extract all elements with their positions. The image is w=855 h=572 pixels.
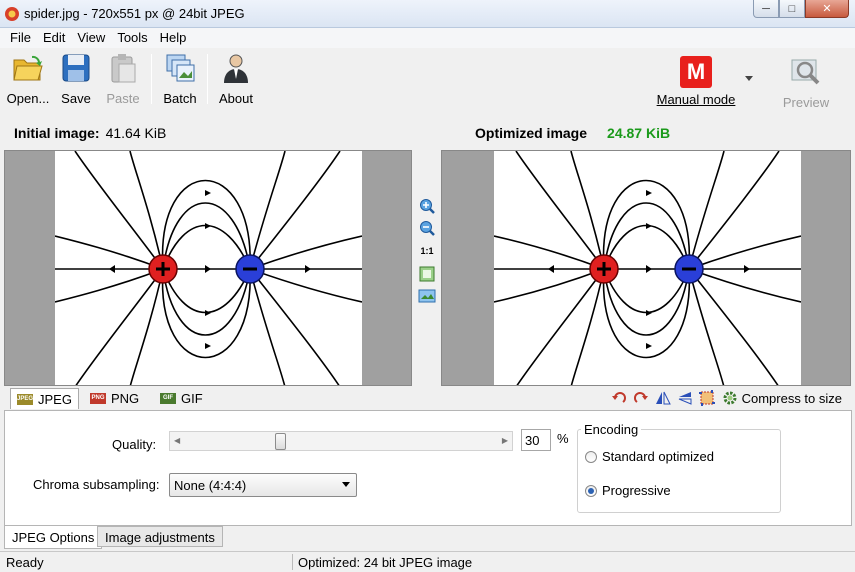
tab-jpeg-options[interactable]: JPEG Options — [4, 526, 103, 549]
gif-icon: GIF — [160, 393, 176, 404]
rotate-left-icon[interactable] — [610, 389, 628, 407]
zoom-in-icon[interactable] — [418, 198, 436, 214]
folder-open-icon — [13, 55, 43, 81]
toolbar: Open... Save Paste Batch About M Manual … — [0, 48, 855, 112]
status-optimized: Optimized: 24 bit JPEG image — [298, 555, 473, 570]
initial-image-size: 41.64 KiB — [105, 125, 167, 141]
tab-image-adjustments[interactable]: Image adjustments — [97, 526, 223, 547]
encoding-title: Encoding — [581, 422, 642, 437]
title-bar: spider.jpg - 720x551 px @ 24bit JPEG ─ □… — [0, 0, 855, 28]
menu-file[interactable]: File — [4, 28, 37, 48]
radio-button[interactable] — [585, 450, 597, 463]
person-icon — [224, 54, 248, 83]
save-button[interactable]: Save — [56, 52, 96, 108]
compress-to-size-button[interactable]: Compress to size — [722, 390, 842, 406]
options-tabs: JPEG Options Image adjustments — [4, 526, 852, 550]
toolbar-separator — [151, 54, 152, 104]
initial-image-pane[interactable] — [4, 150, 412, 386]
chevron-down-icon[interactable] — [745, 76, 753, 82]
menu-help[interactable]: Help — [154, 28, 193, 48]
open-button[interactable]: Open... — [6, 52, 50, 108]
tab-jpeg[interactable]: JPEG JPEG — [10, 388, 79, 409]
format-tabs: JPEG JPEG PNG PNG GIF GIF Compress to si… — [4, 386, 854, 410]
optimized-image — [493, 151, 802, 385]
batch-icon — [166, 54, 195, 82]
menu-edit[interactable]: Edit — [37, 28, 71, 48]
compare-view-icon[interactable] — [418, 288, 436, 304]
optimized-image-pane[interactable] — [441, 150, 851, 386]
gear-icon — [723, 391, 737, 405]
jpeg-icon: JPEG — [17, 393, 33, 405]
menu-bar: File Edit View Tools Help — [0, 28, 855, 48]
zoom-tools: 1:1 — [414, 150, 440, 386]
optimized-image-size: 24.87 KiB — [607, 125, 671, 141]
initial-image-header: Initial image: 41.64 KiB — [14, 118, 166, 148]
zoom-actual-size-button[interactable]: 1:1 — [418, 246, 436, 262]
mode-selector[interactable]: M Manual mode — [648, 52, 744, 108]
quality-slider-thumb[interactable] — [275, 433, 286, 450]
field-lines-image — [493, 151, 802, 385]
crop-icon[interactable] — [698, 389, 716, 407]
quality-label: Quality: — [112, 437, 157, 452]
app-icon — [5, 7, 19, 21]
status-divider — [292, 554, 293, 570]
radio-progressive[interactable]: Progressive — [585, 483, 671, 498]
fit-image-icon[interactable] — [418, 266, 436, 282]
png-icon: PNG — [90, 393, 106, 404]
flip-vertical-icon[interactable] — [676, 389, 694, 407]
rotate-right-icon[interactable] — [632, 389, 650, 407]
floppy-icon — [62, 54, 90, 82]
dropdown-arrow-icon — [342, 482, 350, 487]
tab-gif[interactable]: GIF GIF — [154, 388, 209, 409]
toolbar-separator — [207, 54, 208, 104]
preview-button[interactable]: Preview — [778, 52, 834, 110]
batch-button[interactable]: Batch — [158, 52, 202, 108]
tab-png[interactable]: PNG PNG — [84, 388, 145, 409]
field-lines-image — [54, 151, 363, 385]
clipboard-icon — [111, 54, 136, 83]
encoding-group — [577, 429, 781, 513]
chroma-label: Chroma subsampling: — [33, 477, 160, 492]
slider-right-arrow-icon[interactable]: ▶ — [502, 436, 508, 445]
flip-horizontal-icon[interactable] — [654, 389, 672, 407]
initial-image — [54, 151, 363, 385]
magnifier-icon — [791, 59, 820, 85]
about-button[interactable]: About — [214, 52, 258, 108]
quality-slider[interactable]: ◀ ▶ — [169, 431, 513, 451]
paste-button[interactable]: Paste — [102, 52, 144, 108]
status-ready: Ready — [6, 555, 44, 570]
close-button[interactable]: ✕ — [805, 0, 849, 18]
manual-mode-icon: M — [680, 56, 712, 88]
initial-image-label: Initial image: — [14, 125, 100, 141]
chroma-subsampling-select[interactable]: None (4:4:4) — [169, 473, 357, 497]
slider-left-arrow-icon[interactable]: ◀ — [174, 436, 180, 445]
quality-input[interactable]: 30 — [521, 429, 551, 451]
jpeg-options-panel: Quality: ◀ ▶ 30 % Chroma subsampling: No… — [4, 410, 852, 526]
status-bar: Ready Optimized: 24 bit JPEG image — [0, 551, 855, 572]
window-title: spider.jpg - 720x551 px @ 24bit JPEG — [24, 6, 245, 21]
menu-view[interactable]: View — [71, 28, 111, 48]
minimize-button[interactable]: ─ — [753, 0, 779, 18]
transform-tools: Compress to size — [606, 388, 842, 408]
zoom-out-icon[interactable] — [418, 220, 436, 236]
maximize-button[interactable]: □ — [779, 0, 805, 18]
optimized-image-header: Optimized image 24.87 KiB — [475, 118, 670, 148]
radio-button-selected[interactable] — [585, 484, 597, 497]
optimized-image-label: Optimized image — [475, 125, 588, 141]
radio-standard-optimized[interactable]: Standard optimized — [585, 449, 714, 464]
menu-tools[interactable]: Tools — [111, 28, 153, 48]
quality-unit: % — [557, 431, 569, 446]
